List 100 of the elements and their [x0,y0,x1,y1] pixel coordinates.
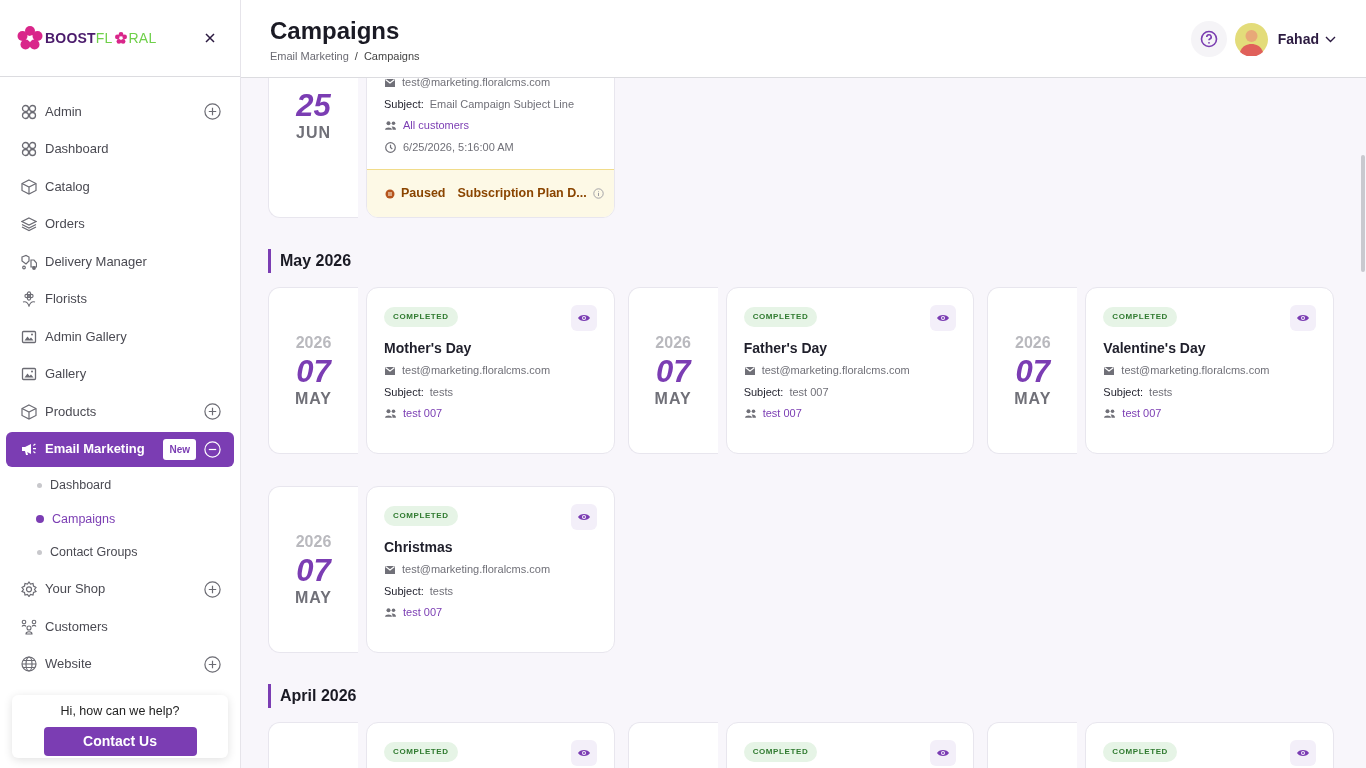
subject-text: tests [429,583,453,599]
sidebar-item[interactable]: Orders [6,206,234,242]
scrollbar[interactable] [1361,155,1365,272]
pause-icon [385,188,395,199]
collapse-icon [204,440,221,458]
view-button[interactable] [930,740,957,766]
status-badge: COMPLETED [384,506,458,526]
status-badge: COMPLETED [384,307,458,327]
eye-icon [576,747,591,759]
sidebar-item[interactable]: Florists [6,281,234,317]
sender-email: test@marketing.floralcms.com [402,75,551,91]
help-text: Hi, how can we help? [60,703,180,720]
globe-icon [21,656,37,672]
submenu-item[interactable]: Contact Groups [6,536,234,570]
subject-text: Email Campaign Subject Line [429,96,575,112]
date-year: 2026 [295,332,332,353]
people-icon [21,618,37,635]
status-label: Paused [401,185,446,203]
subject-text: tests [1149,384,1173,400]
expand-icon [204,403,221,420]
section-heading: May 2026 [268,249,1334,273]
section-heading: April 2026 [268,684,1334,708]
contact-us-button[interactable]: Contact Us [43,726,197,756]
sidebar-item[interactable]: Your Shop [6,571,234,607]
audience-link[interactable]: All customers [403,117,470,134]
sender-email: test@marketing.floralcms.com [402,562,551,578]
date-month: MAY [294,388,333,409]
subject-label: Subject: [384,96,424,112]
status-badge: COMPLETED [1103,307,1177,327]
help-icon [1199,30,1218,48]
sidebar-item[interactable]: Website [6,646,234,682]
circles-icon [21,141,37,157]
user-menu[interactable]: Fahad [1277,28,1336,50]
expand-icon [204,580,221,598]
chevron-down-icon [1325,35,1336,43]
mail-icon [385,366,395,375]
sidebar-item[interactable]: Customers [6,609,234,644]
audience-link[interactable]: test 007 [1122,405,1162,422]
info-icon [592,188,604,199]
sidebar-item[interactable]: Gallery [6,356,234,392]
flower-logo-icon [17,26,43,50]
clock-icon [385,141,396,153]
date-month: MAY [294,587,333,608]
campaign-name: Father's Day [743,339,829,357]
date-day: 07 [296,553,331,588]
status-badge: COMPLETED [384,742,458,762]
mail-icon [385,565,395,574]
sidebar-item[interactable]: Admin Gallery [6,319,234,354]
breadcrumb-link[interactable]: Email Marketing [270,48,349,65]
campaign-name: Valentine's Day [1103,339,1207,357]
gear-icon [21,581,37,597]
breadcrumb-separator: / [354,49,358,64]
subject-text: test 007 [789,384,829,400]
sidebar-item[interactable]: Catalog [6,169,234,204]
audience-link[interactable]: test 007 [403,405,443,422]
image-icon [21,328,37,345]
image-icon [21,366,37,382]
page-title: Campaigns [270,17,401,45]
view-button[interactable] [930,305,957,331]
sidebar-item[interactable]: Admin [6,94,234,129]
flower-icon [114,32,127,44]
mail-icon [1104,366,1115,375]
view-button[interactable] [570,504,597,530]
sender-email: test@marketing.floralcms.com [761,363,910,379]
submenu-item[interactable]: Dashboard [6,469,234,503]
help-button[interactable] [1190,21,1227,57]
sidebar-item[interactable]: Delivery Manager [6,244,234,279]
box-icon [21,178,37,195]
eye-icon [936,747,951,759]
subject-text: tests [429,384,453,400]
people-icon [385,409,396,418]
view-button[interactable] [1290,740,1316,766]
status-detail: Subscription Plan D... [457,185,587,203]
date-month: JUN [296,123,331,143]
date-day: 07 [1015,354,1051,389]
subject-label: Subject: [743,384,784,400]
subject-label: Subject: [384,384,424,400]
eye-icon [576,511,591,523]
people-icon [1104,409,1116,418]
flower-icon [21,291,37,307]
view-button[interactable] [570,305,597,331]
eye-icon [1296,747,1310,759]
brand-name: RAL [128,28,157,48]
sidebar-item[interactable]: Dashboard [6,131,234,167]
avatar-icon [1234,22,1268,56]
people-icon [385,121,396,130]
sender-email: test@marketing.floralcms.com [1121,363,1270,379]
breadcrumb-link[interactable]: Campaigns [363,48,420,65]
audience-link[interactable]: test 007 [403,604,443,621]
view-button[interactable] [570,740,597,766]
circles-icon [21,103,37,120]
view-button[interactable] [1290,305,1316,331]
layers-icon [21,216,37,232]
send-time: 6/25/2026, 5:16:00 AM [403,139,514,155]
date-month: MAY [654,388,692,409]
audience-link[interactable]: test 007 [762,405,802,422]
sidebar-item[interactable]: Products [6,394,234,429]
people-icon [385,608,396,617]
submenu-item[interactable]: Campaigns [6,502,234,536]
sidebar-item[interactable]: Email Marketing New [6,431,234,467]
